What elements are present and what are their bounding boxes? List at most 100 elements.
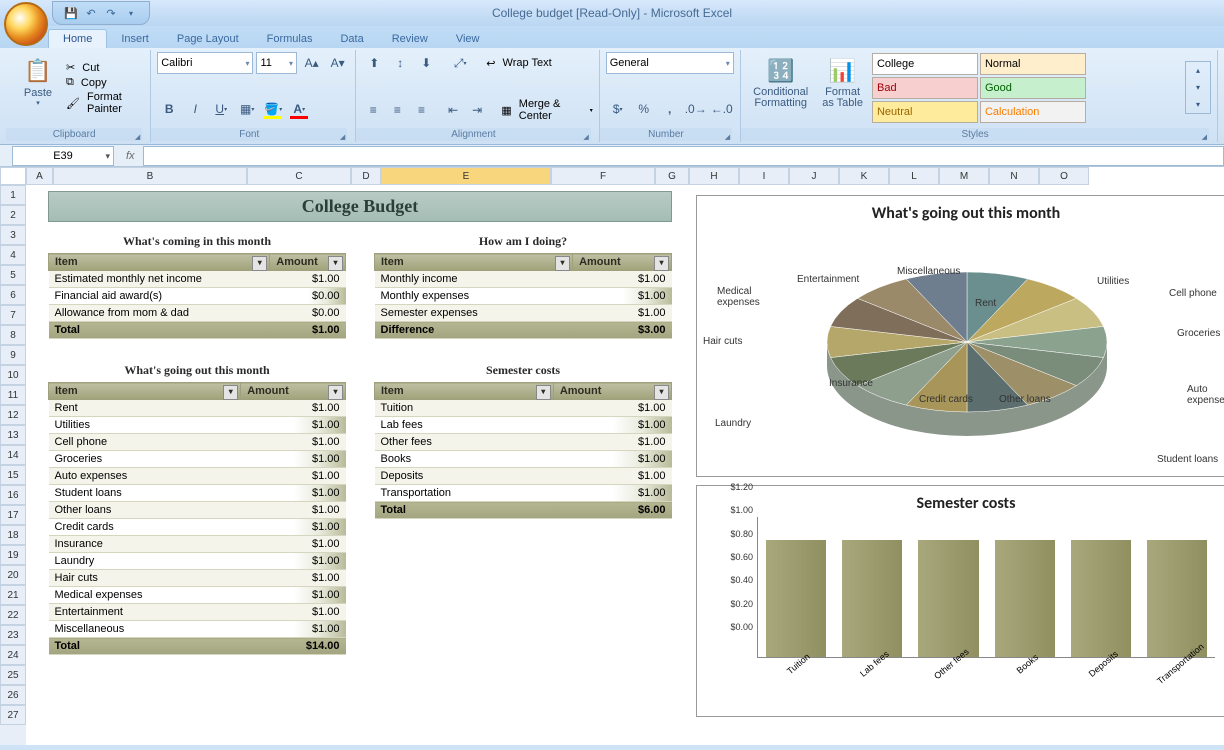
tab-page-layout[interactable]: Page Layout [163, 30, 253, 48]
row-header-26[interactable]: 26 [0, 685, 26, 705]
filter-dropdown-icon[interactable]: ▾ [328, 256, 343, 271]
filter-dropdown-icon[interactable]: ▾ [654, 385, 669, 400]
percent-button[interactable]: % [632, 98, 656, 120]
table-row[interactable]: Deposits$1.00 [375, 468, 672, 485]
table-row[interactable]: Monthly income$1.00 [375, 271, 672, 288]
table-row[interactable]: Credit cards$1.00 [49, 519, 346, 536]
row-header-23[interactable]: 23 [0, 625, 26, 645]
cell-styles-gallery[interactable]: CollegeNormalBadGoodNeutralCalculation [871, 50, 1181, 124]
style-bad[interactable]: Bad [872, 77, 978, 99]
redo-icon[interactable]: ↷ [103, 5, 119, 21]
row-header-17[interactable]: 17 [0, 505, 26, 525]
group-label-styles[interactable]: Styles [741, 128, 1209, 141]
col-header-M[interactable]: M [939, 167, 989, 185]
coming-table[interactable]: Item▾Amount▾Estimated monthly net income… [48, 253, 346, 339]
col-header-D[interactable]: D [351, 167, 381, 185]
decrease-decimal-button[interactable]: ←.0 [710, 98, 734, 120]
style-calculation[interactable]: Calculation [980, 101, 1086, 123]
table-row[interactable]: Transportation$1.00 [375, 485, 672, 502]
table-header[interactable]: Item▾ [375, 254, 573, 271]
office-button[interactable] [4, 2, 48, 46]
paste-button[interactable]: 📋 Paste ▾ [12, 53, 64, 121]
row-header-10[interactable]: 10 [0, 365, 26, 385]
align-bottom-button[interactable]: ⬇ [414, 52, 438, 74]
table-row[interactable]: Entertainment$1.00 [49, 604, 346, 621]
currency-button[interactable]: $▾ [606, 98, 630, 120]
table-header[interactable]: Amount▾ [270, 254, 346, 271]
align-top-button[interactable]: ⬆ [362, 52, 386, 74]
row-header-3[interactable]: 3 [0, 225, 26, 245]
align-middle-button[interactable]: ↕ [388, 52, 412, 74]
table-row[interactable]: Books$1.00 [375, 451, 672, 468]
col-header-C[interactable]: C [247, 167, 351, 185]
table-header[interactable]: Item▾ [49, 254, 270, 271]
cut-button[interactable]: ✂ Cut [66, 61, 144, 74]
table-row[interactable]: Tuition$1.00 [375, 400, 672, 417]
col-header-F[interactable]: F [551, 167, 655, 185]
format-as-table-button[interactable]: 📊 Format as Table [816, 53, 869, 121]
bold-button[interactable]: B [157, 98, 181, 120]
table-row[interactable]: Utilities$1.00 [49, 417, 346, 434]
style-college[interactable]: College [872, 53, 978, 75]
table-row[interactable]: Other fees$1.00 [375, 434, 672, 451]
select-all-corner[interactable] [0, 167, 26, 185]
row-header-6[interactable]: 6 [0, 285, 26, 305]
increase-indent-button[interactable]: ⇥ [466, 99, 488, 121]
underline-button[interactable]: U▾ [209, 98, 233, 120]
row-header-19[interactable]: 19 [0, 545, 26, 565]
table-row[interactable]: Laundry$1.00 [49, 553, 346, 570]
table-row[interactable]: Student loans$1.00 [49, 485, 346, 502]
row-header-20[interactable]: 20 [0, 565, 26, 585]
row-header-12[interactable]: 12 [0, 405, 26, 425]
row-header-11[interactable]: 11 [0, 385, 26, 405]
grid-cells[interactable]: College Budget What's coming in this mon… [26, 185, 1224, 745]
row-header-9[interactable]: 9 [0, 345, 26, 365]
styles-down-button[interactable]: ▾ [1186, 79, 1210, 96]
table-row[interactable]: Other loans$1.00 [49, 502, 346, 519]
tab-data[interactable]: Data [326, 30, 377, 48]
spreadsheet-grid[interactable]: ABCDEFGHIJKLMNO 123456789101112131415161… [0, 167, 1224, 745]
col-header-E[interactable]: E [381, 167, 551, 185]
table-header[interactable]: Amount▾ [573, 254, 672, 271]
align-left-button[interactable]: ≡ [362, 99, 384, 121]
tab-review[interactable]: Review [378, 30, 442, 48]
conditional-formatting-button[interactable]: 🔢 Conditional Formatting [747, 53, 814, 121]
row-header-25[interactable]: 25 [0, 665, 26, 685]
style-good[interactable]: Good [980, 77, 1086, 99]
tab-formulas[interactable]: Formulas [253, 30, 327, 48]
row-header-5[interactable]: 5 [0, 265, 26, 285]
table-row[interactable]: Rent$1.00 [49, 400, 346, 417]
group-label-alignment[interactable]: Alignment [356, 128, 590, 141]
fx-icon[interactable]: fx [118, 150, 143, 162]
save-icon[interactable]: 💾 [63, 5, 79, 21]
row-header-7[interactable]: 7 [0, 305, 26, 325]
row-header-8[interactable]: 8 [0, 325, 26, 345]
increase-font-button[interactable]: A▴ [300, 52, 323, 74]
style-neutral[interactable]: Neutral [872, 101, 978, 123]
font-color-button[interactable]: A▾ [287, 98, 311, 120]
copy-button[interactable]: ⧉ Copy [66, 76, 144, 89]
filter-dropdown-icon[interactable]: ▾ [328, 385, 343, 400]
font-size-combo[interactable]: 11▾ [256, 52, 297, 74]
table-row[interactable]: Hair cuts$1.00 [49, 570, 346, 587]
styles-more-button[interactable]: ▾ [1186, 96, 1210, 113]
table-row[interactable]: Insurance$1.00 [49, 536, 346, 553]
going-table[interactable]: Item▾Amount▾Rent$1.00Utilities$1.00Cell … [48, 382, 346, 655]
table-header[interactable]: Item▾ [49, 383, 241, 400]
fill-color-button[interactable]: 🪣▾ [261, 98, 285, 120]
format-painter-button[interactable]: 🖌 Format Painter [66, 91, 144, 115]
filter-dropdown-icon[interactable]: ▾ [223, 385, 238, 400]
filter-dropdown-icon[interactable]: ▾ [252, 256, 267, 271]
row-header-2[interactable]: 2 [0, 205, 26, 225]
styles-up-button[interactable]: ▴ [1186, 62, 1210, 79]
table-row[interactable]: Medical expenses$1.00 [49, 587, 346, 604]
table-row[interactable]: Allowance from mom & dad$0.00 [49, 305, 346, 322]
group-label-number[interactable]: Number [600, 128, 732, 141]
col-header-J[interactable]: J [789, 167, 839, 185]
decrease-indent-button[interactable]: ⇤ [442, 99, 464, 121]
table-row[interactable]: Semester expenses$1.00 [375, 305, 672, 322]
table-row[interactable]: Groceries$1.00 [49, 451, 346, 468]
doing-table[interactable]: Item▾Amount▾Monthly income$1.00Monthly e… [374, 253, 672, 339]
col-header-B[interactable]: B [53, 167, 247, 185]
table-row[interactable]: Lab fees$1.00 [375, 417, 672, 434]
